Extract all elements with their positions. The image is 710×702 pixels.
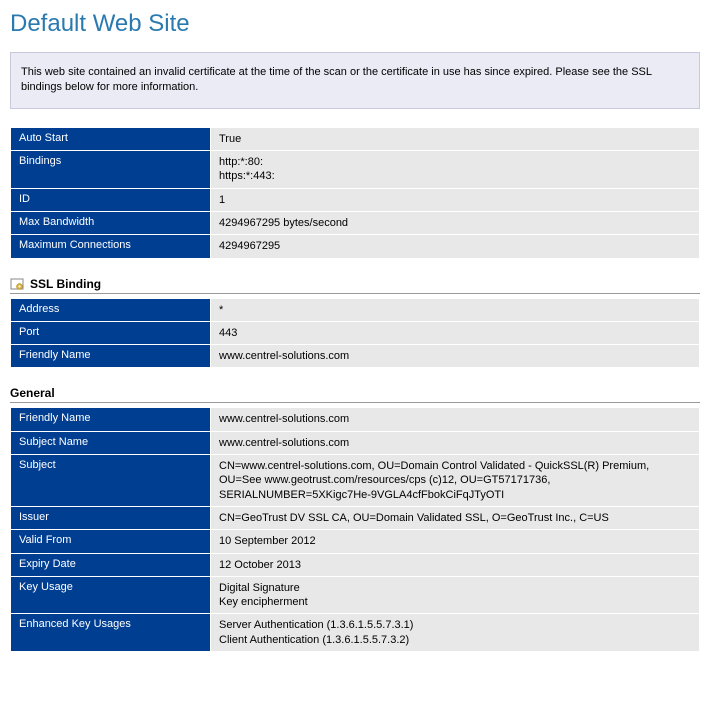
certificate-warning-notice: This web site contained an invalid certi… <box>10 52 700 109</box>
prop-label-keyusage: Key Usage <box>11 576 211 614</box>
prop-label-maxconn: Maximum Connections <box>11 235 211 258</box>
ssl-binding-table: Address * Port 443 Friendly Name www.cen… <box>10 298 700 369</box>
table-row: Address * <box>11 298 700 321</box>
prop-value-port: 443 <box>211 321 700 344</box>
table-row: Port 443 <box>11 321 700 344</box>
table-row: Key Usage Digital Signature Key encipher… <box>11 576 700 614</box>
table-row: Issuer CN=GeoTrust DV SSL CA, OU=Domain … <box>11 506 700 529</box>
prop-value-autostart: True <box>211 127 700 150</box>
prop-value-id: 1 <box>211 188 700 211</box>
prop-label-address: Address <box>11 298 211 321</box>
prop-value-bindings: http:*:80: https:*:443: <box>211 151 700 189</box>
prop-value-validfrom: 10 September 2012 <box>211 530 700 553</box>
prop-label-port: Port <box>11 321 211 344</box>
general-header: General <box>10 386 700 403</box>
prop-value-subjectname: www.centrel-solutions.com <box>211 431 700 454</box>
prop-value-address: * <box>211 298 700 321</box>
prop-value-eku: Server Authentication (1.3.6.1.5.5.7.3.1… <box>211 614 700 652</box>
prop-label-friendly: Friendly Name <box>11 345 211 368</box>
table-row: Valid From 10 September 2012 <box>11 530 700 553</box>
table-row: Bindings http:*:80: https:*:443: <box>11 151 700 189</box>
prop-label-id: ID <box>11 188 211 211</box>
prop-value-keyusage: Digital Signature Key encipherment <box>211 576 700 614</box>
table-row: Auto Start True <box>11 127 700 150</box>
prop-label-validfrom: Valid From <box>11 530 211 553</box>
ssl-binding-header: SSL Binding <box>10 277 700 294</box>
table-row: Friendly Name www.centrel-solutions.com <box>11 345 700 368</box>
prop-label-issuer: Issuer <box>11 506 211 529</box>
table-row: Enhanced Key Usages Server Authenticatio… <box>11 614 700 652</box>
page-title: Default Web Site <box>10 10 700 38</box>
prop-value-issuer: CN=GeoTrust DV SSL CA, OU=Domain Validat… <box>211 506 700 529</box>
prop-label-subjectname: Subject Name <box>11 431 211 454</box>
table-row: Expiry Date 12 October 2013 <box>11 553 700 576</box>
table-row: ID 1 <box>11 188 700 211</box>
certificate-icon <box>10 277 24 291</box>
table-row: Friendly Name www.centrel-solutions.com <box>11 408 700 431</box>
ssl-binding-title: SSL Binding <box>30 277 101 291</box>
prop-value-friendly: www.centrel-solutions.com <box>211 345 700 368</box>
prop-label-gen-friendly: Friendly Name <box>11 408 211 431</box>
table-row: Max Bandwidth 4294967295 bytes/second <box>11 211 700 234</box>
prop-label-subject: Subject <box>11 455 211 507</box>
prop-value-maxbw: 4294967295 bytes/second <box>211 211 700 234</box>
prop-label-maxbw: Max Bandwidth <box>11 211 211 234</box>
prop-value-subject: CN=www.centrel-solutions.com, OU=Domain … <box>211 455 700 507</box>
prop-label-bindings: Bindings <box>11 151 211 189</box>
general-title: General <box>10 386 55 400</box>
table-row: Maximum Connections 4294967295 <box>11 235 700 258</box>
prop-value-expiry: 12 October 2013 <box>211 553 700 576</box>
table-row: Subject Name www.centrel-solutions.com <box>11 431 700 454</box>
table-row: Subject CN=www.centrel-solutions.com, OU… <box>11 455 700 507</box>
prop-label-eku: Enhanced Key Usages <box>11 614 211 652</box>
prop-label-expiry: Expiry Date <box>11 553 211 576</box>
prop-value-maxconn: 4294967295 <box>211 235 700 258</box>
prop-label-autostart: Auto Start <box>11 127 211 150</box>
general-table: Friendly Name www.centrel-solutions.com … <box>10 407 700 652</box>
prop-value-gen-friendly: www.centrel-solutions.com <box>211 408 700 431</box>
site-properties-table: Auto Start True Bindings http:*:80: http… <box>10 127 700 259</box>
